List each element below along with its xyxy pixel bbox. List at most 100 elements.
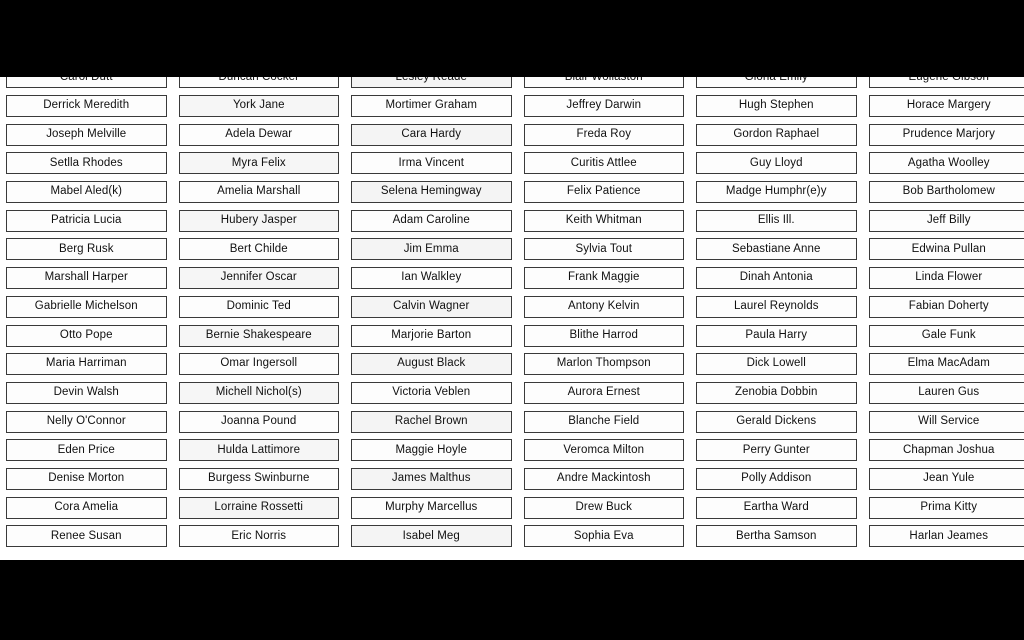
name-box[interactable]: Blithe Harrod: [523, 324, 684, 347]
name-box[interactable]: Joseph Melville: [6, 123, 167, 146]
name-box[interactable]: Aurora Ernest: [523, 381, 684, 404]
name-box[interactable]: Derrick Meredith: [6, 95, 167, 118]
grid-cell[interactable]: Calvin Wagner: [345, 293, 518, 322]
grid-cell[interactable]: Hugh Stephen: [690, 92, 863, 121]
name-box[interactable]: Sebastiane Anne: [696, 238, 857, 261]
name-box[interactable]: Victoria Veblen: [351, 381, 512, 404]
name-box[interactable]: Paula Harry: [696, 324, 857, 347]
grid-cell[interactable]: Eugene Gibson: [863, 77, 1024, 92]
grid-cell[interactable]: Mortimer Graham: [345, 92, 518, 121]
name-box[interactable]: Marjorie Barton: [351, 324, 512, 347]
grid-cell[interactable]: Mabel Aled(k): [0, 178, 173, 207]
name-box[interactable]: Zenobia Dobbin: [696, 381, 857, 404]
name-box[interactable]: Horace Margery: [868, 95, 1024, 118]
grid-cell[interactable]: Curitis Attlee: [518, 149, 691, 178]
grid-cell[interactable]: Harlan Jeames: [863, 522, 1024, 551]
name-box[interactable]: Sylvia Tout: [523, 238, 684, 261]
name-box[interactable]: Adam Caroline: [351, 209, 512, 232]
grid-cell[interactable]: Selena Hemingway: [345, 178, 518, 207]
grid-cell[interactable]: Setlla Rhodes: [0, 149, 173, 178]
name-box[interactable]: Mabel Aled(k): [6, 181, 167, 204]
name-box[interactable]: Dinah Antonia: [696, 267, 857, 290]
grid-cell[interactable]: Renee Susan: [0, 522, 173, 551]
grid-cell[interactable]: Bert Childe: [173, 235, 346, 264]
name-box[interactable]: Prudence Marjory: [868, 123, 1024, 146]
grid-cell[interactable]: Eric Norris: [173, 522, 346, 551]
grid-cell[interactable]: Gerald Dickens: [690, 407, 863, 436]
name-box[interactable]: Elma MacAdam: [868, 353, 1024, 376]
name-box[interactable]: Drew Buck: [523, 496, 684, 519]
grid-cell[interactable]: Lorraine Rossetti: [173, 493, 346, 522]
grid-cell[interactable]: Cara Hardy: [345, 120, 518, 149]
grid-cell[interactable]: Aurora Ernest: [518, 379, 691, 408]
name-box[interactable]: Omar Ingersoll: [178, 353, 339, 376]
grid-cell[interactable]: York Jane: [173, 92, 346, 121]
grid-cell[interactable]: Laurel Reynolds: [690, 293, 863, 322]
name-box[interactable]: Rachel Brown: [351, 410, 512, 433]
name-box[interactable]: Gale Funk: [868, 324, 1024, 347]
name-box[interactable]: Fabian Doherty: [868, 295, 1024, 318]
grid-cell[interactable]: Devin Walsh: [0, 379, 173, 408]
grid-cell[interactable]: Veromca Milton: [518, 436, 691, 465]
grid-cell[interactable]: Dominic Ted: [173, 293, 346, 322]
grid-cell[interactable]: Lesley Reade: [345, 77, 518, 92]
grid-cell[interactable]: Keith Whitman: [518, 206, 691, 235]
name-box[interactable]: Maria Harriman: [6, 353, 167, 376]
grid-cell[interactable]: Bertha Samson: [690, 522, 863, 551]
name-box[interactable]: Dick Lowell: [696, 353, 857, 376]
name-box[interactable]: Chapman Joshua: [868, 439, 1024, 462]
name-box[interactable]: Laurel Reynolds: [696, 295, 857, 318]
grid-cell[interactable]: Marlon Thompson: [518, 350, 691, 379]
grid-cell[interactable]: Prima Kitty: [863, 493, 1024, 522]
grid-cell[interactable]: Carol Dutt: [0, 77, 173, 92]
grid-cell[interactable]: Omar Ingersoll: [173, 350, 346, 379]
name-box[interactable]: Edwina Pullan: [868, 238, 1024, 261]
grid-cell[interactable]: Adam Caroline: [345, 206, 518, 235]
grid-cell[interactable]: Maria Harriman: [0, 350, 173, 379]
grid-cell[interactable]: Cora Amelia: [0, 493, 173, 522]
name-box[interactable]: Dominic Ted: [178, 295, 339, 318]
name-box[interactable]: Bertha Samson: [696, 525, 857, 548]
name-box[interactable]: Lauren Gus: [868, 381, 1024, 404]
grid-cell[interactable]: Will Service: [863, 407, 1024, 436]
name-box[interactable]: Duncan Cocker: [178, 77, 339, 89]
name-box[interactable]: James Malthus: [351, 467, 512, 490]
grid-cell[interactable]: Ian Walkley: [345, 264, 518, 293]
name-box[interactable]: Amelia Marshall: [178, 181, 339, 204]
grid-cell[interactable]: Rachel Brown: [345, 407, 518, 436]
grid-cell[interactable]: Jeffrey Darwin: [518, 92, 691, 121]
grid-cell[interactable]: Horace Margery: [863, 92, 1024, 121]
grid-cell[interactable]: Sylvia Tout: [518, 235, 691, 264]
name-box[interactable]: Lesley Reade: [351, 77, 512, 89]
name-box[interactable]: Adela Dewar: [178, 123, 339, 146]
grid-cell[interactable]: Madge Humphr(e)y: [690, 178, 863, 207]
name-box[interactable]: Curitis Attlee: [523, 152, 684, 175]
grid-cell[interactable]: Berg Rusk: [0, 235, 173, 264]
grid-cell[interactable]: Dick Lowell: [690, 350, 863, 379]
grid-cell[interactable]: Jim Emma: [345, 235, 518, 264]
name-box[interactable]: Maggie Hoyle: [351, 439, 512, 462]
grid-cell[interactable]: Dinah Antonia: [690, 264, 863, 293]
grid-cell[interactable]: Ellis Ill.: [690, 206, 863, 235]
name-box[interactable]: Bert Childe: [178, 238, 339, 261]
grid-cell[interactable]: Denise Morton: [0, 465, 173, 494]
grid-cell[interactable]: Joanna Pound: [173, 407, 346, 436]
name-box[interactable]: Freda Roy: [523, 123, 684, 146]
name-box[interactable]: Frank Maggie: [523, 267, 684, 290]
grid-cell[interactable]: Derrick Meredith: [0, 92, 173, 121]
grid-cell[interactable]: Edwina Pullan: [863, 235, 1024, 264]
name-box[interactable]: Hugh Stephen: [696, 95, 857, 118]
name-box[interactable]: August Black: [351, 353, 512, 376]
grid-cell[interactable]: Gale Funk: [863, 321, 1024, 350]
grid-cell[interactable]: Jennifer Oscar: [173, 264, 346, 293]
name-box[interactable]: Marshall Harper: [6, 267, 167, 290]
name-box[interactable]: Setlla Rhodes: [6, 152, 167, 175]
name-box[interactable]: Irma Vincent: [351, 152, 512, 175]
name-box[interactable]: Michell Nichol(s): [178, 381, 339, 404]
name-box[interactable]: Veromca Milton: [523, 439, 684, 462]
name-box[interactable]: York Jane: [178, 95, 339, 118]
grid-cell[interactable]: Sebastiane Anne: [690, 235, 863, 264]
name-box[interactable]: Ian Walkley: [351, 267, 512, 290]
grid-cell[interactable]: Eartha Ward: [690, 493, 863, 522]
name-box[interactable]: Carol Dutt: [6, 77, 167, 89]
